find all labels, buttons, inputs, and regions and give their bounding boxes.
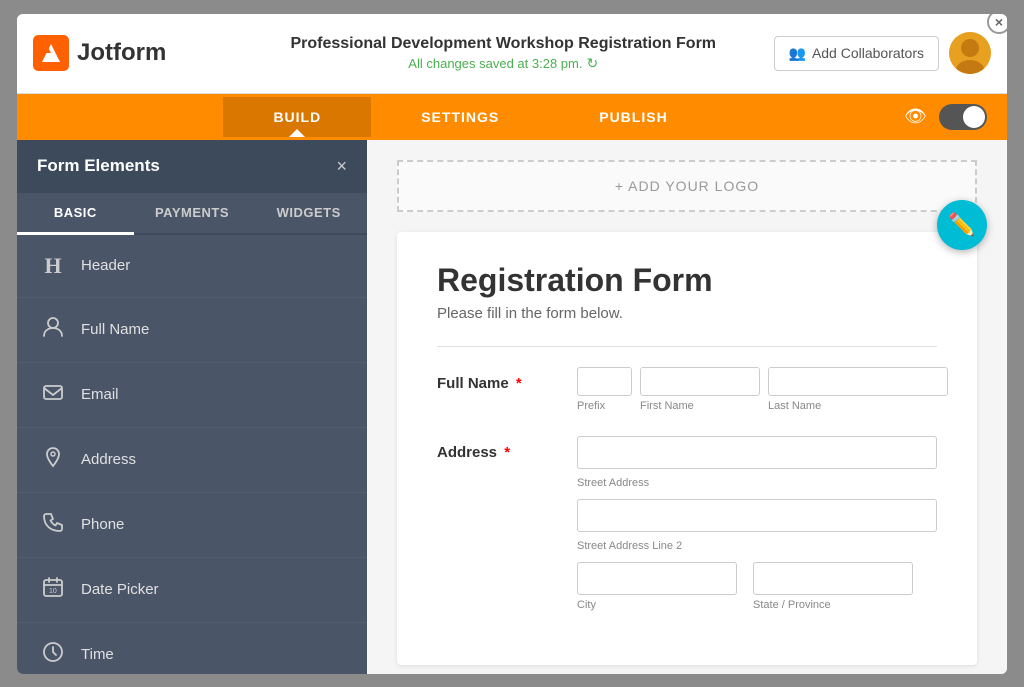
full-name-label: Full Name *	[437, 367, 557, 392]
main-content: Form Elements × BASIC PAYMENTS WIDGETS H…	[17, 140, 1007, 674]
fab-icon: ✏️	[948, 212, 975, 238]
address-label: Address *	[437, 436, 557, 461]
sidebar-close-button[interactable]: ×	[336, 156, 347, 177]
avatar-image	[949, 32, 991, 74]
sidebar-tabs: BASIC PAYMENTS WIDGETS	[17, 193, 367, 235]
toggle-knob	[963, 106, 985, 128]
address-inputs: Street Address Street Address Line 2 Cit…	[577, 436, 937, 611]
firstname-group: First Name	[640, 367, 760, 412]
sidebar-item-phone[interactable]: Phone	[17, 493, 367, 558]
toggle-switch[interactable]	[939, 104, 987, 130]
state-group: State / Province	[753, 562, 913, 611]
state-sublabel: State / Province	[753, 599, 913, 611]
sidebar-item-label-phone: Phone	[81, 516, 124, 533]
prefix-input[interactable]	[577, 367, 632, 396]
form-canvas: + ADD YOUR LOGO ✏️ Registration Form Ple…	[367, 140, 1007, 674]
sidebar-title: Form Elements	[37, 156, 160, 176]
form-subheading: Please fill in the form below.	[437, 305, 937, 322]
sidebar-item-label-header: Header	[81, 257, 130, 274]
sidebar-item-label-datepicker: Date Picker	[81, 581, 159, 598]
sidebar-item-full-name[interactable]: Full Name	[17, 298, 367, 363]
header-icon: H	[41, 253, 65, 279]
svg-text:10: 10	[49, 588, 57, 595]
nav-tab-build[interactable]: BUILD	[223, 97, 371, 137]
avatar[interactable]	[949, 32, 991, 74]
fab-button[interactable]: ✏️	[937, 200, 987, 250]
sidebar-item-label-address: Address	[81, 451, 136, 468]
city-input[interactable]	[577, 562, 737, 595]
logo-placeholder[interactable]: + ADD YOUR LOGO	[397, 160, 977, 212]
city-state-row: City State / Province	[577, 562, 937, 611]
top-bar-actions: 👥 Add Collaborators	[774, 32, 992, 74]
lastname-sublabel: Last Name	[768, 400, 948, 412]
nav-bar: BUILD SETTINGS PUBLISH 👁	[17, 94, 1007, 140]
sidebar: Form Elements × BASIC PAYMENTS WIDGETS H…	[17, 140, 367, 674]
refresh-icon: ↻	[586, 55, 598, 72]
street-address-input[interactable]	[577, 436, 937, 469]
phone-icon	[41, 511, 65, 539]
required-star-fullname: *	[516, 375, 522, 392]
sidebar-header: Form Elements ×	[17, 140, 367, 193]
sidebar-item-date-picker[interactable]: 10 Date Picker	[17, 558, 367, 623]
form-heading: Registration Form	[437, 262, 937, 299]
modal: × Jotform Professional Development Works…	[17, 14, 1007, 674]
sidebar-tab-widgets[interactable]: WIDGETS	[250, 193, 367, 233]
form-divider	[437, 346, 937, 347]
street-address-sublabel: Street Address	[577, 477, 937, 489]
nav-tabs: BUILD SETTINGS PUBLISH	[37, 97, 904, 137]
city-group: City	[577, 562, 737, 611]
address-icon	[41, 446, 65, 474]
sidebar-tab-basic[interactable]: BASIC	[17, 193, 134, 235]
collaborators-icon: 👥	[789, 45, 806, 62]
firstname-sublabel: First Name	[640, 400, 760, 412]
logo-area: Jotform	[33, 35, 233, 71]
street-address-2-sublabel: Street Address Line 2	[577, 540, 937, 552]
street-address-2-input[interactable]	[577, 499, 937, 532]
nav-tab-settings[interactable]: SETTINGS	[371, 97, 549, 137]
prefix-group: Prefix	[577, 367, 632, 412]
state-input[interactable]	[753, 562, 913, 595]
email-icon	[41, 381, 65, 409]
sidebar-item-label-time: Time	[81, 646, 114, 663]
required-star-address: *	[504, 444, 510, 461]
close-button[interactable]: ×	[987, 14, 1007, 34]
prefix-sublabel: Prefix	[577, 400, 632, 412]
name-inputs-group: Prefix First Name Last Name	[577, 367, 948, 412]
address-field-row: Address * Street Address Street Address …	[437, 436, 937, 611]
form-title-area: Professional Development Workshop Regist…	[233, 35, 774, 72]
full-name-field-row: Full Name * Prefix First Name	[437, 367, 937, 412]
full-name-inputs: Prefix First Name Last Name	[577, 367, 948, 412]
form-card: Registration Form Please fill in the for…	[397, 232, 977, 665]
sidebar-item-time[interactable]: Time	[17, 623, 367, 674]
preview-icon[interactable]: 👁	[904, 106, 927, 127]
calendar-icon: 10	[41, 576, 65, 604]
sidebar-item-email[interactable]: Email	[17, 363, 367, 428]
lastname-input[interactable]	[768, 367, 948, 396]
sidebar-item-address[interactable]: Address	[17, 428, 367, 493]
sidebar-item-label-fullname: Full Name	[81, 321, 149, 338]
add-collaborators-button[interactable]: 👥 Add Collaborators	[774, 36, 940, 71]
lastname-group: Last Name	[768, 367, 948, 412]
clock-icon	[41, 641, 65, 669]
firstname-input[interactable]	[640, 367, 760, 396]
sidebar-item-header[interactable]: H Header	[17, 235, 367, 298]
sidebar-item-label-email: Email	[81, 386, 119, 403]
nav-right: 👁	[904, 104, 987, 130]
save-status: All changes saved at 3:28 pm. ↻	[233, 55, 774, 72]
sidebar-items: H Header Full Name	[17, 235, 367, 674]
form-title: Professional Development Workshop Regist…	[233, 35, 774, 53]
sidebar-tab-payments[interactable]: PAYMENTS	[134, 193, 251, 233]
nav-tab-publish[interactable]: PUBLISH	[549, 97, 717, 137]
person-icon	[41, 316, 65, 344]
top-bar: Jotform Professional Development Worksho…	[17, 14, 1007, 94]
modal-overlay: × Jotform Professional Development Works…	[0, 0, 1024, 687]
logo-text: Jotform	[77, 39, 166, 67]
jotform-logo-icon	[33, 35, 69, 71]
city-sublabel: City	[577, 599, 737, 611]
add-collaborators-label: Add Collaborators	[812, 45, 924, 61]
